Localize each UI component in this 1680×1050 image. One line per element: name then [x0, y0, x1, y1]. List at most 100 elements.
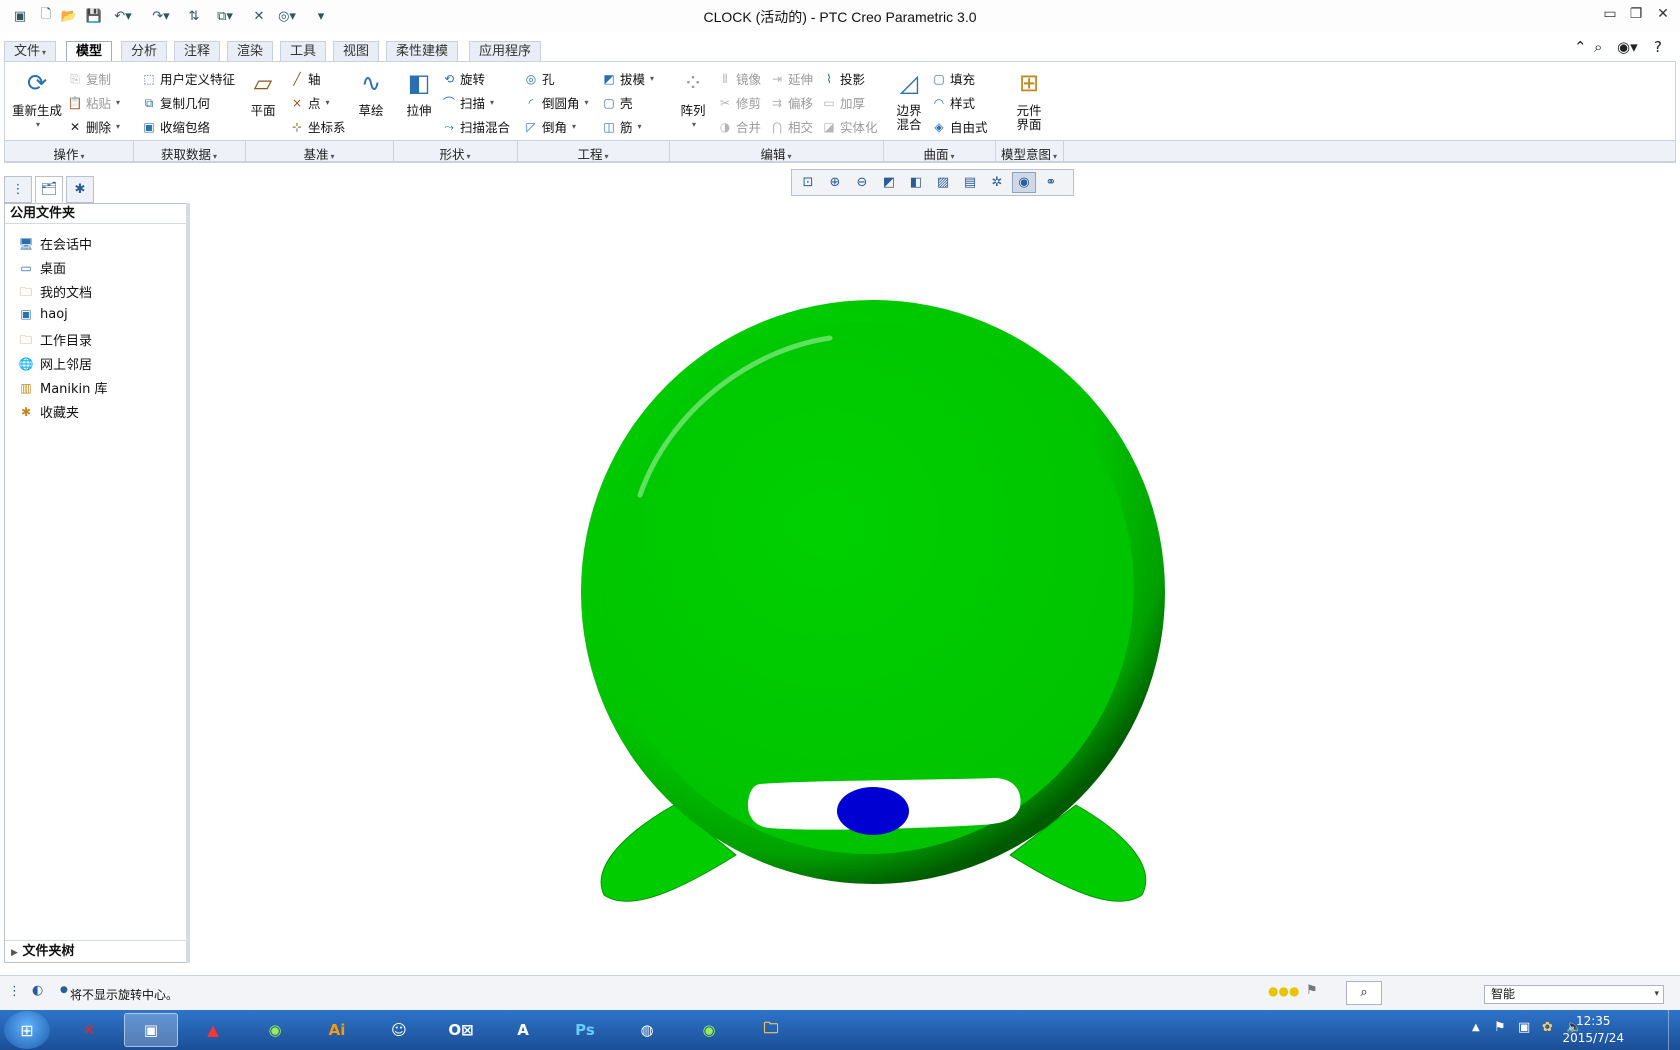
- draft-button[interactable]: ◩ 拔模 ▾: [601, 69, 654, 88]
- sweep-button[interactable]: ⌒ 扫描 ▾: [441, 93, 494, 112]
- style-button[interactable]: ◠ 样式: [931, 93, 975, 112]
- pattern-button[interactable]: ⁘ 阵列 ▾: [675, 66, 711, 132]
- group-shapes[interactable]: 形状 ▾: [393, 144, 517, 163]
- udf-button[interactable]: ⬚ 用户定义特征: [141, 69, 235, 88]
- minimize-ribbon-icon[interactable]: ⌃: [1574, 38, 1587, 56]
- taskbar-app-autocad2-icon[interactable]: A: [496, 1013, 550, 1047]
- tray-expand-icon[interactable]: ▲: [1472, 1022, 1480, 1033]
- group-surfaces[interactable]: 曲面 ▾: [883, 144, 995, 163]
- copy-geometry-button[interactable]: ⧉ 复制几何: [141, 93, 210, 112]
- project-button[interactable]: ⌇ 投影: [821, 69, 865, 88]
- intersect-button[interactable]: ⋂ 相交: [769, 117, 813, 136]
- nav-item-manikin-library[interactable]: ▥ Manikin 库: [17, 378, 107, 398]
- close-icon[interactable]: ✕: [1651, 6, 1675, 26]
- group-editing[interactable]: 编辑 ▾: [669, 144, 883, 163]
- tab-analysis[interactable]: 分析: [121, 41, 168, 62]
- restore-icon[interactable]: ❐: [1624, 6, 1648, 26]
- search-icon[interactable]: ⌕: [1594, 38, 1602, 56]
- thicken-button[interactable]: ▭ 加厚: [821, 93, 865, 112]
- group-model-intent[interactable]: 模型意图 ▾: [995, 144, 1063, 163]
- tab-model[interactable]: 模型: [66, 41, 113, 63]
- paste-button[interactable]: 📋 粘贴 ▾: [67, 93, 121, 112]
- nav-item-haoj[interactable]: ▣ haoj: [17, 306, 67, 322]
- copy-button[interactable]: ⎘ 复制: [67, 69, 111, 88]
- freestyle-button[interactable]: ◈ 自由式: [931, 117, 987, 136]
- shrinkwrap-button[interactable]: ▣ 收缩包络: [141, 117, 210, 136]
- chamfer-button[interactable]: ◸ 倒角 ▾: [523, 117, 576, 136]
- rib-button[interactable]: ◫ 筋 ▾: [601, 117, 641, 136]
- nav-item-network[interactable]: 🌐 网上邻居: [17, 354, 93, 374]
- display-style-icon[interactable]: ◧: [904, 172, 928, 193]
- axis-button[interactable]: ╱ 轴: [289, 69, 320, 88]
- view-manager-icon[interactable]: ▤: [958, 172, 982, 193]
- nav-item-my-documents[interactable]: 🗀 我的文档: [17, 282, 92, 302]
- datum-display-icon[interactable]: ✲: [985, 172, 1009, 193]
- boundary-blend-button[interactable]: ◿ 边界 混合: [889, 66, 929, 132]
- browser-toggle-icon[interactable]: ◐: [32, 983, 43, 998]
- taskbar-app-x-icon[interactable]: ✕: [62, 1013, 116, 1047]
- taskbar-app-browser-icon[interactable]: ◍: [620, 1013, 674, 1047]
- annotation-display-icon[interactable]: ⚭: [1039, 172, 1063, 193]
- tab-view[interactable]: 视图: [333, 41, 380, 62]
- delete-button[interactable]: ✕ 删除 ▾: [67, 117, 120, 136]
- extrude-button[interactable]: ◧ 拉伸: [399, 66, 439, 118]
- tab-file[interactable]: 文件 ▾: [4, 41, 57, 62]
- nav-item-in-session[interactable]: 🖥 在会话中: [17, 234, 92, 254]
- taskbar-app-creo-icon[interactable]: ▣: [124, 1013, 178, 1047]
- group-get-data[interactable]: 获取数据 ▾: [133, 144, 245, 163]
- taskbar-app-explorer-icon[interactable]: 🗀: [744, 1013, 798, 1047]
- folder-browser-tab-icon[interactable]: 🗂: [35, 176, 63, 203]
- zoom-out-icon[interactable]: ⊖: [850, 172, 874, 193]
- tray-app-icon[interactable]: ✿: [1542, 1020, 1553, 1035]
- solidify-button[interactable]: ◪ 实体化: [821, 117, 877, 136]
- group-engineering[interactable]: 工程 ▾: [517, 144, 669, 163]
- refit-icon[interactable]: ⊡: [796, 172, 820, 193]
- offset-button[interactable]: ⇉ 偏移: [769, 93, 813, 112]
- regenerate-button[interactable]: ⟳ 重新生成 ▾: [11, 66, 63, 132]
- tray-flag-icon[interactable]: ⚑: [1494, 1020, 1506, 1035]
- shell-button[interactable]: ▢ 壳: [601, 93, 632, 112]
- saved-orientations-icon[interactable]: ▨: [931, 172, 955, 193]
- taskbar-app-autocad-icon[interactable]: ▲: [186, 1013, 240, 1047]
- model-tree-tab-icon[interactable]: ⋮: [4, 176, 32, 203]
- taskbar-app-coreldraw-icon[interactable]: ◉: [248, 1013, 302, 1047]
- swept-blend-button[interactable]: ⤳ 扫描混合: [441, 117, 510, 136]
- extend-button[interactable]: ⇥ 延伸: [769, 69, 813, 88]
- nav-item-desktop[interactable]: ▭ 桌面: [17, 258, 66, 278]
- folder-tree-toggle[interactable]: ▶ 文件夹树: [5, 940, 188, 962]
- taskbar-app-illustrator-icon[interactable]: Ai: [310, 1013, 364, 1047]
- merge-button[interactable]: ◑ 合并: [717, 117, 761, 136]
- tab-annotate[interactable]: 注释: [174, 41, 221, 62]
- point-button[interactable]: × 点 ▾: [289, 93, 330, 112]
- taskbar-app-corel2-icon[interactable]: ◉: [682, 1013, 736, 1047]
- component-interface-button[interactable]: ⊞ 元件 界面: [1009, 66, 1049, 132]
- tab-flexible-modeling[interactable]: 柔性建模: [386, 41, 459, 62]
- revolve-button[interactable]: ⟲ 旋转: [441, 69, 485, 88]
- round-button[interactable]: ◜ 倒圆角 ▾: [523, 93, 589, 112]
- csys-button[interactable]: ⊹ 坐标系: [289, 117, 346, 136]
- nav-item-working-directory[interactable]: 🗀 工作目录: [17, 330, 92, 350]
- help-icon[interactable]: ?: [1654, 38, 1662, 56]
- plane-button[interactable]: ▱ 平面: [245, 66, 281, 118]
- minimize-icon[interactable]: ▭: [1598, 6, 1622, 26]
- selection-filter-dropdown[interactable]: 智能 ▾: [1484, 985, 1664, 1004]
- mirror-button[interactable]: ⫴ 镜像: [717, 69, 761, 88]
- show-desktop-button[interactable]: [1668, 1010, 1680, 1050]
- nav-item-favorites[interactable]: ✱ 收藏夹: [17, 402, 79, 422]
- model-tree-toggle-icon[interactable]: ⋮: [8, 984, 21, 999]
- tab-applications[interactable]: 应用程序: [469, 41, 542, 62]
- find-icon[interactable]: ⌕: [1346, 981, 1382, 1005]
- group-datum[interactable]: 基准 ▾: [245, 144, 393, 163]
- taskbar-app-photoshop-icon[interactable]: Ps: [558, 1013, 612, 1047]
- hole-button[interactable]: ◎ 孔: [523, 69, 555, 88]
- community-icon[interactable]: ◉▾: [1617, 38, 1638, 56]
- tab-render[interactable]: 渲染: [227, 41, 274, 62]
- repaint-icon[interactable]: ◩: [877, 172, 901, 193]
- favorites-tab-icon[interactable]: ✱: [66, 176, 94, 203]
- taskbar-clock[interactable]: 12:35 2015/7/24: [1562, 1013, 1624, 1047]
- zoom-in-icon[interactable]: ⊕: [823, 172, 847, 193]
- start-button-icon[interactable]: ⊞: [4, 1011, 50, 1049]
- group-operations[interactable]: 操作 ▾: [5, 144, 133, 163]
- taskbar-app-qq-icon[interactable]: ☺: [372, 1013, 426, 1047]
- taskbar-app-outlook-icon[interactable]: O⊠: [434, 1013, 488, 1047]
